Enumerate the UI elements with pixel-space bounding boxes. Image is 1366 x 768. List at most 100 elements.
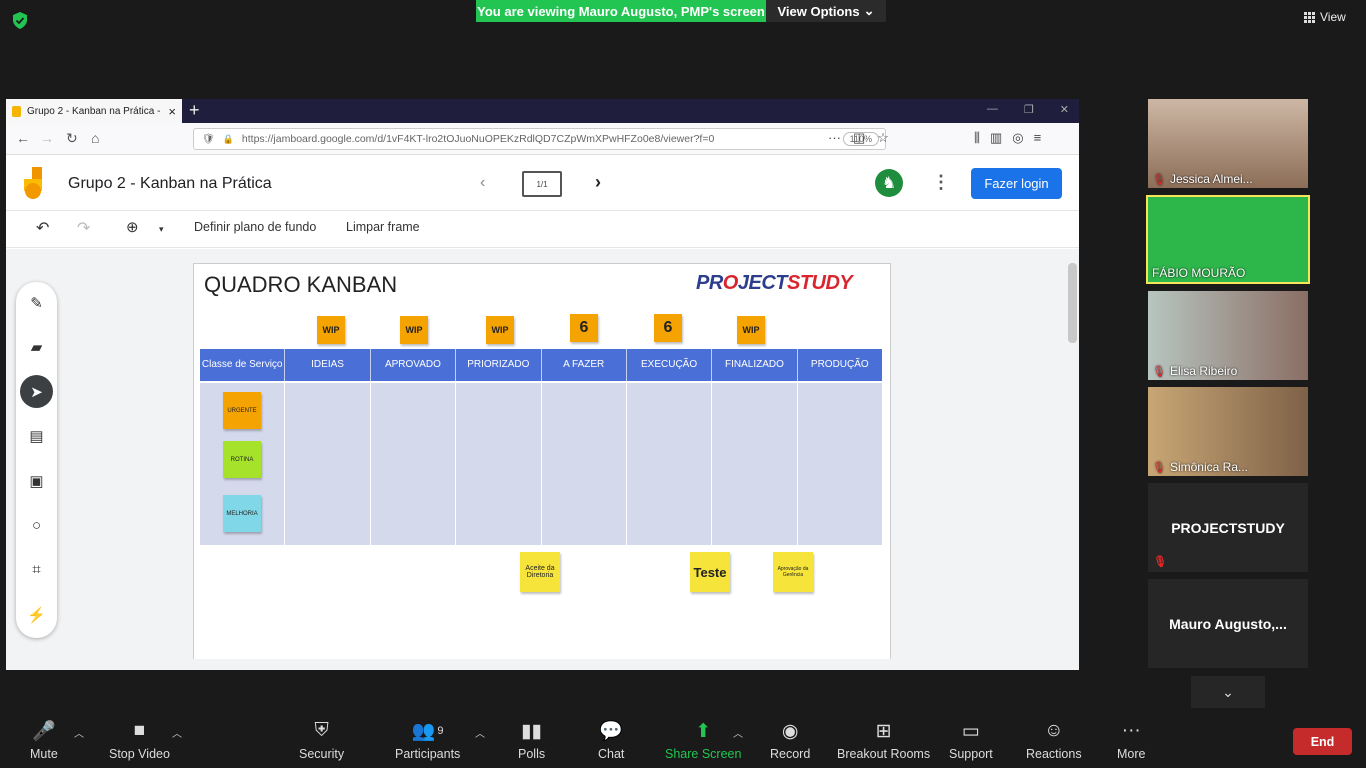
clear-frame-button[interactable]: Limpar frame xyxy=(346,220,420,234)
back-icon[interactable]: ← xyxy=(16,130,30,146)
sticky-note-icon[interactable]: ▤ xyxy=(20,419,53,452)
participant-tile[interactable]: 🎙 Jessica Almei... xyxy=(1148,99,1308,188)
sticky-note-teste[interactable]: Teste xyxy=(690,552,730,592)
participant-tile[interactable]: Mauro Augusto,... xyxy=(1148,579,1308,668)
support-button[interactable]: ▭ Support xyxy=(949,720,993,762)
previous-frame-icon[interactable]: ‹ xyxy=(480,174,485,192)
chat-button[interactable]: 💬 Chat xyxy=(598,720,624,761)
muted-mic-icon: 🎙 xyxy=(1152,365,1166,378)
view-label: View xyxy=(1320,10,1346,24)
account-icon[interactable]: ◎ xyxy=(1012,130,1023,146)
polls-icon: ▮▮ xyxy=(521,720,542,742)
bookmark-star-icon[interactable]: ☆ xyxy=(877,130,889,146)
wip-note[interactable]: WIP xyxy=(317,316,345,344)
new-tab-icon[interactable]: + xyxy=(189,100,200,121)
view-options-button[interactable]: View Options ⌄ xyxy=(766,0,886,22)
mute-button[interactable]: 🎤 Mute xyxy=(30,720,58,761)
participants-button[interactable]: 👥 9 Participants xyxy=(395,720,460,761)
vertical-scrollbar[interactable] xyxy=(1066,249,1079,659)
video-options-caret-icon[interactable]: ︿ xyxy=(172,725,182,740)
end-meeting-button[interactable]: End xyxy=(1293,728,1352,755)
lane xyxy=(798,383,882,545)
more-actions-icon[interactable]: ··· xyxy=(828,130,841,146)
circle-shape-icon[interactable]: ○ xyxy=(20,509,53,542)
library-icon[interactable]: ⫼ xyxy=(974,130,980,146)
participant-tile[interactable]: 🎙 Elisa Ribeiro xyxy=(1148,291,1308,380)
close-tab-icon[interactable]: × xyxy=(168,104,176,119)
video-camera-icon: ■ xyxy=(133,720,146,741)
participant-tile[interactable]: 🎙 Simônica Ra... xyxy=(1148,387,1308,476)
forward-icon[interactable]: → xyxy=(40,130,54,146)
menu-icon[interactable]: ≡ xyxy=(1034,130,1042,146)
pocket-icon[interactable]: ◫ xyxy=(853,130,865,146)
sticky-note-urgente[interactable]: URGENTE xyxy=(223,392,261,429)
image-icon[interactable]: ▣ xyxy=(20,464,53,497)
restore-icon[interactable]: ❐ xyxy=(1024,103,1034,116)
record-icon: ◉ xyxy=(781,720,799,742)
grid-icon xyxy=(1304,11,1315,23)
lane xyxy=(542,383,627,545)
scroll-thumb[interactable] xyxy=(1068,263,1077,343)
participant-tile-active-speaker[interactable]: FÁBIO MOURÃO xyxy=(1146,195,1310,284)
participants-caret-icon[interactable]: ︿ xyxy=(475,725,485,740)
muted-mic-icon: 🎙 xyxy=(1153,556,1167,568)
home-icon[interactable]: ⌂ xyxy=(91,130,99,146)
more-button[interactable]: ··· More xyxy=(1117,720,1145,761)
more-participants-chevron-icon[interactable]: ⌄ xyxy=(1191,676,1265,708)
jam-canvas[interactable]: ✎ ▰ ➤ ▤ ▣ ○ ⌗ ⚡ QUADRO KANBAN PROJECTSTU… xyxy=(6,249,1066,663)
kanban-lanes xyxy=(200,383,882,545)
sticky-note-aprovacao[interactable]: Aprovação da Gerência xyxy=(773,552,813,592)
text-box-icon[interactable]: ⌗ xyxy=(20,553,53,586)
zoom-icon[interactable]: ⊕ xyxy=(126,218,139,236)
reactions-button[interactable]: ☺ Reactions xyxy=(1026,720,1082,761)
address-bar[interactable]: 🛡 🔒 https://jamboard.google.com/d/1vF4KT… xyxy=(193,128,886,150)
avatar[interactable]: ♞ xyxy=(875,169,903,197)
mute-options-caret-icon[interactable]: ︿ xyxy=(74,725,84,740)
set-background-button[interactable]: Definir plano de fundo xyxy=(194,220,316,234)
share-caret-icon[interactable]: ︿ xyxy=(733,725,743,740)
participant-name: PROJECTSTUDY xyxy=(1171,519,1285,536)
more-options-icon[interactable]: ⋮ xyxy=(932,172,950,193)
horizontal-scrollbar[interactable] xyxy=(6,659,1079,670)
next-frame-icon[interactable]: › xyxy=(595,172,601,193)
view-button[interactable]: View xyxy=(1304,10,1346,24)
column-header: Classe de Serviço xyxy=(200,349,286,381)
security-shield-icon[interactable] xyxy=(12,12,28,29)
zoom-dropdown-icon[interactable]: ▾ xyxy=(159,224,164,235)
sticky-note-melhoria[interactable]: MELHORIA xyxy=(223,495,261,532)
participant-name: 🎙 Elisa Ribeiro xyxy=(1152,364,1238,378)
wip-note[interactable]: WIP xyxy=(486,316,514,344)
sticky-note-aceite[interactable]: Aceite da Diretoria xyxy=(520,552,560,592)
wip-note[interactable]: 6 xyxy=(570,314,598,342)
reload-icon[interactable]: ↻ xyxy=(66,130,78,147)
minimize-icon[interactable]: — xyxy=(987,103,998,116)
tab-title: Grupo 2 - Kanban na Prática - J xyxy=(27,105,163,117)
wip-note[interactable]: WIP xyxy=(737,316,765,344)
browser-tab[interactable]: Grupo 2 - Kanban na Prática - J × xyxy=(6,99,182,123)
record-button[interactable]: ◉ Record xyxy=(770,720,810,762)
muted-mic-icon: 🎙 xyxy=(1152,173,1166,186)
sidebar-icon[interactable]: ▥ xyxy=(990,130,1002,146)
close-window-icon[interactable]: ✕ xyxy=(1060,103,1069,116)
wip-note[interactable]: WIP xyxy=(400,316,428,344)
pen-icon[interactable]: ✎ xyxy=(20,286,53,319)
participant-tile[interactable]: PROJECTSTUDY 🎙 xyxy=(1148,483,1308,572)
sticky-note-rotina[interactable]: ROTINA xyxy=(223,441,261,478)
screen-share-banner: You are viewing Mauro Augusto, PMP's scr… xyxy=(476,0,766,22)
stop-video-button[interactable]: ■ Stop Video xyxy=(109,720,170,761)
polls-button[interactable]: ▮▮ Polls xyxy=(518,720,545,762)
wip-note[interactable]: 6 xyxy=(654,314,682,342)
share-screen-button[interactable]: ⬆ Share Screen xyxy=(665,720,741,762)
eraser-icon[interactable]: ▰ xyxy=(20,330,53,363)
breakout-rooms-button[interactable]: ⊞ Breakout Rooms xyxy=(837,720,930,762)
laser-icon[interactable]: ⚡ xyxy=(20,598,53,631)
shield-icon: 🛡 xyxy=(202,133,215,145)
security-button[interactable]: ⛨ Security xyxy=(299,720,344,761)
browser-toolbar-icons: ⫼ ▥ ◎ ≡ xyxy=(974,130,1041,146)
undo-icon[interactable]: ↶ xyxy=(36,218,49,238)
select-pointer-icon[interactable]: ➤ xyxy=(20,375,53,408)
lane xyxy=(456,383,542,545)
frame-counter[interactable]: 1/1 xyxy=(522,171,562,197)
redo-icon[interactable]: ↷ xyxy=(77,218,90,238)
login-button[interactable]: Fazer login xyxy=(971,168,1062,199)
